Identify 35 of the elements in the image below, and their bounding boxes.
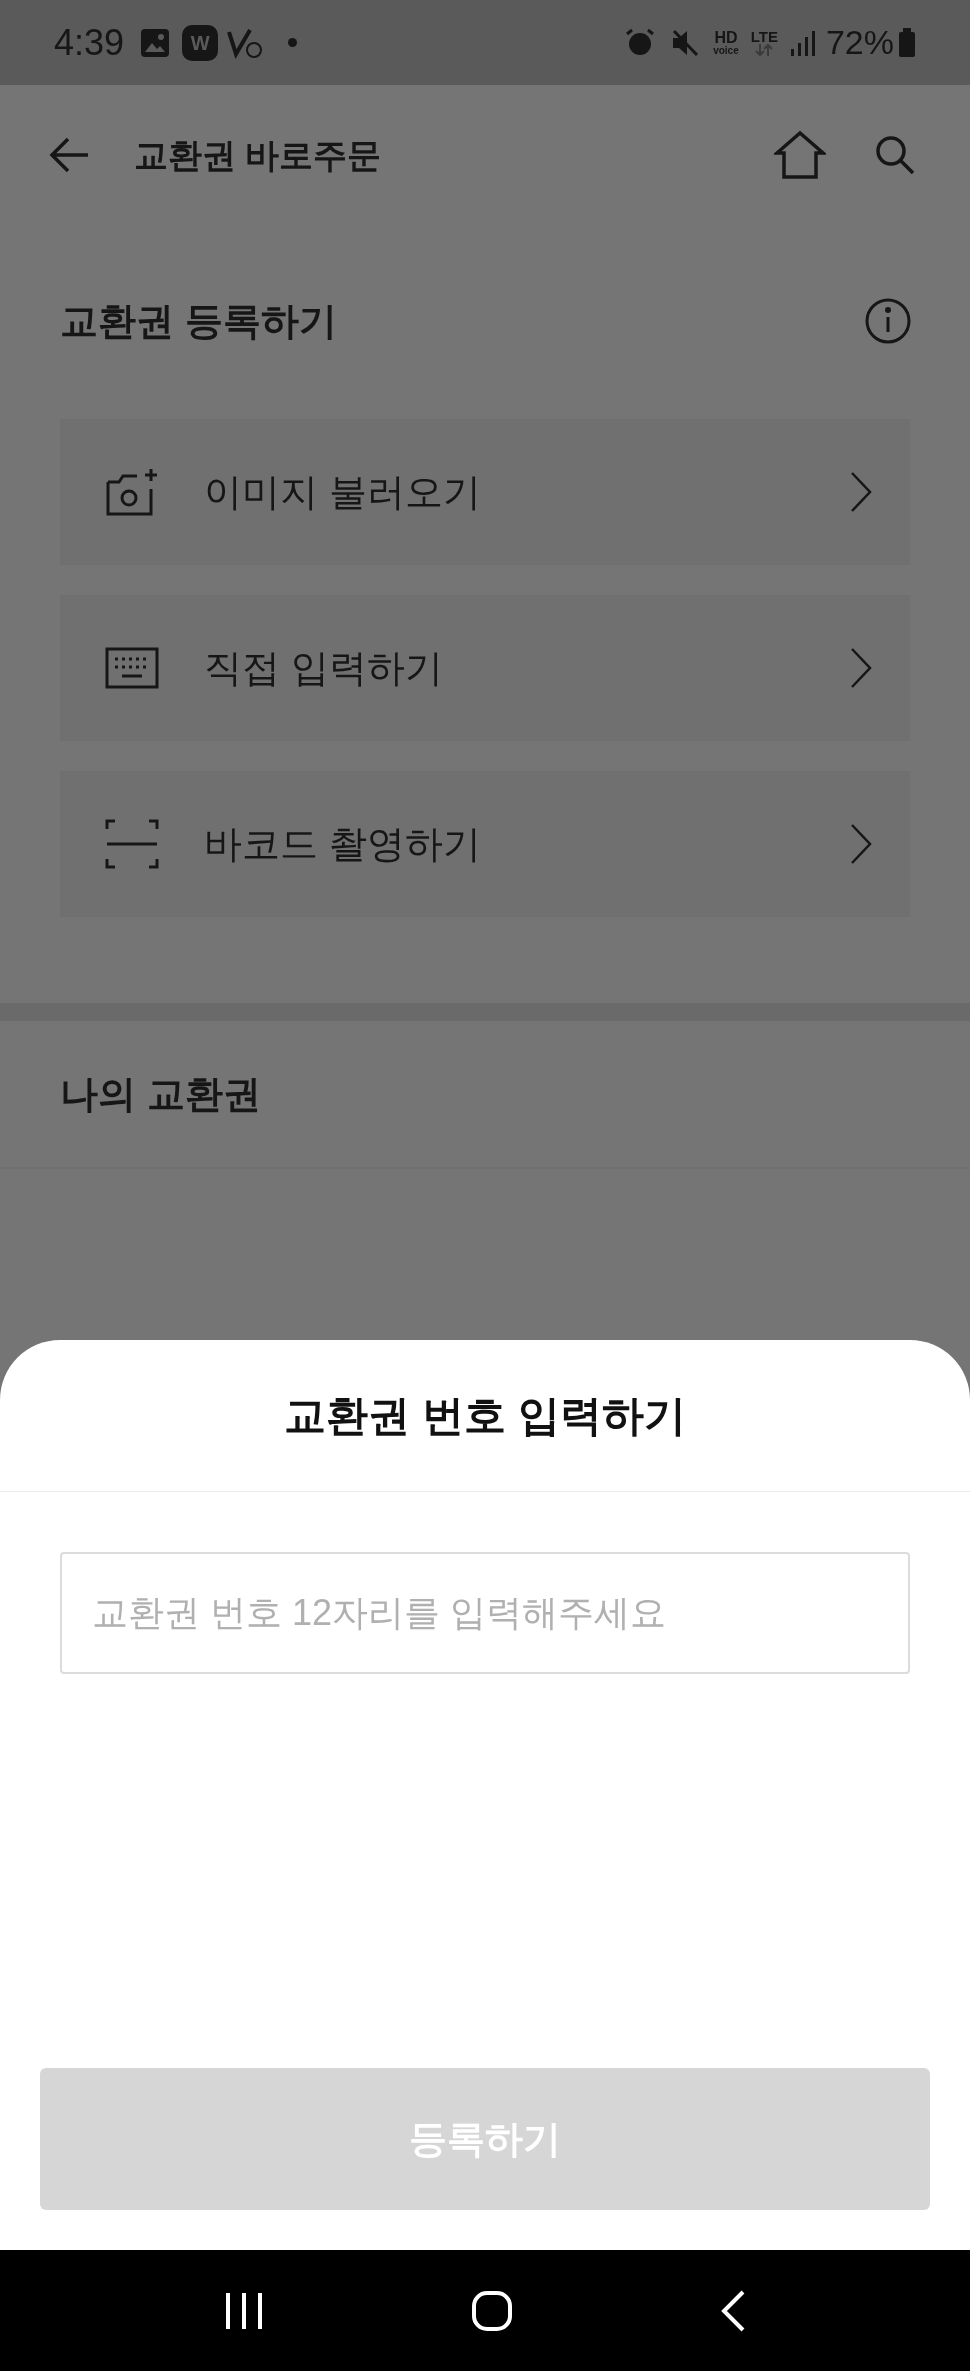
back-arrow-icon[interactable] [48,137,90,173]
battery-icon [898,27,916,58]
signal-icon [789,28,818,57]
section-title: 교환권 등록하기 [60,298,337,344]
app-badge: W [182,24,219,61]
battery-percent: 72% [825,22,894,63]
scan-frame-icon [105,819,159,869]
search-icon[interactable] [874,134,916,176]
option-item[interactable]: 직접 입력하기 [60,595,910,741]
camera-plus-icon [105,467,159,517]
chevron-right-icon [850,647,872,689]
info-icon[interactable] [864,297,912,345]
hd-label: HD [714,29,738,46]
option-label: 이미지 불러오기 [204,469,481,515]
home-button-icon[interactable] [471,2289,513,2332]
option-item[interactable]: 이미지 불러오기 [60,419,910,565]
status-time: 4:39 [54,20,125,65]
recent-apps-icon[interactable] [223,2290,264,2331]
data-arrows-icon [754,44,775,56]
voucher-number-field[interactable]: 교환권 번호 12자리를 입력해주세요 [60,1552,910,1674]
keyboard-icon [105,647,159,689]
option-label: 바코드 촬영하기 [204,821,481,867]
network-label: LTE [750,29,778,44]
section-title: 나의 교환권 [60,1071,261,1117]
page-title: 교환권 바로주문 [134,134,382,176]
option-label: 직접 입력하기 [204,645,443,691]
voice-label: voice [713,45,739,56]
back-icon[interactable] [720,2289,747,2332]
home-icon[interactable] [774,131,826,179]
chevron-right-icon [850,471,872,513]
sheet-title: 교환권 번호 입력하기 [284,1391,686,1441]
chevron-right-icon [850,823,872,865]
image-icon [140,27,171,58]
option-item[interactable]: 바코드 촬영하기 [60,771,910,917]
alarm-icon [625,27,656,58]
